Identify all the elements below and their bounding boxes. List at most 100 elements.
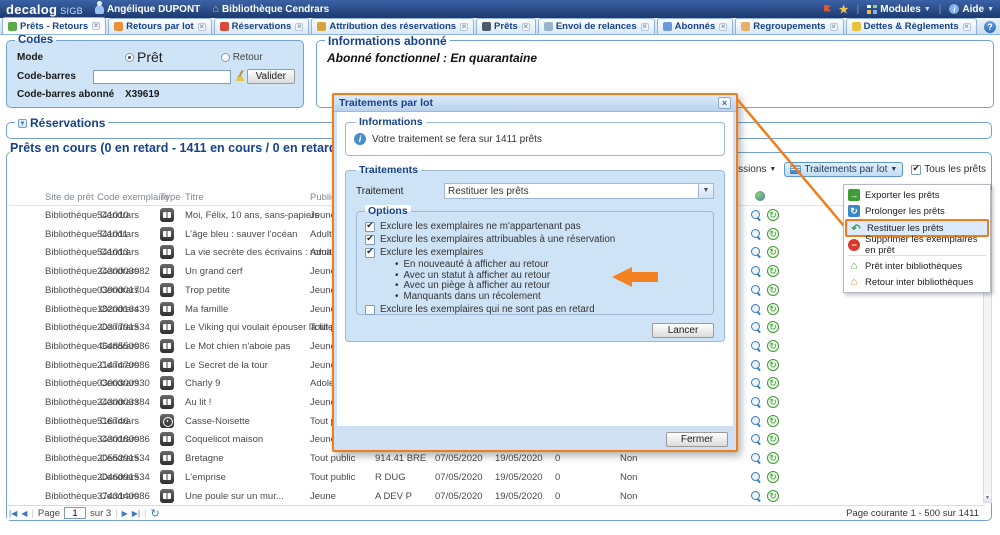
checkbox-icon[interactable] [365,235,375,245]
lancer-button[interactable]: Lancer [652,323,714,338]
tous-les-prets-checkbox[interactable]: Tous les prêts [911,164,986,175]
magnifier-icon[interactable] [751,472,762,483]
tab-attribution-des-r-servations[interactable]: Attribution des réservations× [311,18,474,34]
close-icon[interactable]: × [522,23,530,31]
close-icon[interactable]: × [963,23,971,31]
renew-icon[interactable]: ↻ [767,340,779,352]
checkbox-icon[interactable] [365,248,375,258]
modules-menu[interactable]: Modules▼ [867,4,931,15]
option-checkbox-1[interactable]: Exclure les exemplaires attribuables à u… [365,233,705,246]
magnifier-icon[interactable] [751,434,762,445]
renew-icon[interactable]: ↻ [767,396,779,408]
tab-envoi-de-relances[interactable]: Envoi de relances× [538,18,655,34]
renew-icon[interactable]: ↻ [767,433,779,445]
menu-item-export[interactable]: →Exporter les prêts [845,187,989,203]
radio-pret-icon[interactable] [125,53,134,62]
chevron-down-icon[interactable]: ▼ [698,184,713,198]
magnifier-icon[interactable] [751,266,762,277]
favorites-star-icon[interactable]: ★ [839,3,849,16]
renew-icon[interactable]: ↻ [767,359,779,371]
radio-retour-icon[interactable] [221,53,230,62]
traitement-select[interactable]: Restituer les prêts ▼ [444,183,714,199]
menu-item-prolong[interactable]: ↻Prolonger les prêts [845,203,989,219]
scroll-down-icon[interactable]: ▼ [984,494,991,502]
close-icon[interactable]: × [719,23,727,31]
fermer-button[interactable]: Fermer [666,432,728,447]
renew-icon[interactable]: ↻ [767,284,779,296]
renew-icon[interactable]: ↻ [767,265,779,277]
table-row[interactable]: Bibliothèque Cendrars 3743140086 Une pou… [7,487,985,506]
radio-pret[interactable]: Prêt [125,49,163,65]
valider-button[interactable]: Valider [247,69,295,84]
menu-item-maison-verte[interactable]: ⌂Prêt inter bibliothèques [845,258,989,274]
aide-menu[interactable]: iAide▼ [949,4,994,15]
option-checkbox-0[interactable]: Exclure les exemplaires ne m'appartenant… [365,220,705,233]
first-page-button[interactable]: |◀ [9,509,17,518]
collapse-toggle-icon[interactable]: ▼ [18,119,27,128]
col-header-site[interactable]: Site de prêt [45,192,94,203]
magnifier-icon[interactable] [751,453,762,464]
tab-abonn-s[interactable]: Abonnés× [657,18,734,34]
close-icon[interactable]: × [295,23,303,31]
magnifier-icon[interactable] [751,416,762,427]
magnifier-icon[interactable] [751,285,762,296]
tab-dettes-r-glements[interactable]: Dettes & Règlements× [846,18,977,34]
close-icon[interactable]: × [92,22,100,30]
magnifier-icon[interactable] [751,247,762,258]
dialog-titlebar[interactable]: Traitements par lot × [334,95,736,112]
magnifier-icon[interactable] [751,322,762,333]
magnifier-icon[interactable] [751,229,762,240]
magnifier-icon[interactable] [751,491,762,502]
barcode-input[interactable] [93,70,231,84]
col-header-code[interactable]: Code exemplaire [97,192,169,203]
tab-regroupements[interactable]: Regroupements× [735,18,843,34]
last-page-button[interactable]: ▶| [132,509,140,518]
menu-item-maison-orange[interactable]: ⌂Retour inter bibliothèques [845,274,989,290]
renew-icon[interactable]: ↻ [767,452,779,464]
flag-icon[interactable] [824,5,831,13]
renew-icon[interactable]: ↻ [767,377,779,389]
renew-icon[interactable]: ↻ [767,321,779,333]
magnifier-icon[interactable] [751,341,762,352]
magnifier-icon[interactable] [751,360,762,371]
table-row[interactable]: Bibliothèque Cendrars 2046091534 L'empri… [7,468,985,487]
renew-icon[interactable]: ↻ [767,209,779,221]
tab-r-servations[interactable]: Réservations× [214,18,310,34]
renew-icon[interactable]: ↻ [767,471,779,483]
col-header-type[interactable]: Type [160,192,181,203]
magnifier-icon[interactable] [751,304,762,315]
radio-retour[interactable]: Retour [221,52,263,63]
prev-page-button[interactable]: ◀ [21,509,27,518]
refresh-icon[interactable]: ↻ [151,507,160,520]
magnifier-icon[interactable] [751,397,762,408]
renew-icon[interactable]: ↻ [767,415,779,427]
help-button[interactable]: ? [984,21,996,33]
current-library[interactable]: ⌂Bibliothèque Cendrars [212,4,329,15]
menu-item-supprimer[interactable]: −Supprimer les exemplaires en prêt [845,237,989,253]
tab-pr-ts-retours[interactable]: Prêts - Retours× [2,17,106,34]
magnifier-icon[interactable] [751,210,762,221]
checkbox-icon[interactable] [365,305,375,315]
renew-icon[interactable]: ↻ [767,303,779,315]
close-icon[interactable]: × [641,23,649,31]
close-icon[interactable]: × [718,97,731,109]
close-icon[interactable]: × [198,23,206,31]
traitements-par-lot-button[interactable]: Traitements par lot ▼ [784,162,903,177]
renew-icon[interactable]: ↻ [767,228,779,240]
tab-retours-par-lot[interactable]: Retours par lot× [108,18,212,34]
magnifier-icon[interactable] [751,378,762,389]
option-checkbox-2[interactable]: Exclure les exemplaires [365,246,705,259]
close-icon[interactable]: × [460,23,468,31]
col-header-titre[interactable]: Titre [185,192,204,203]
checkbox-icon[interactable] [365,222,375,232]
next-page-button[interactable]: ▶ [122,509,128,518]
page-input[interactable] [64,507,86,519]
renew-icon[interactable]: ↻ [767,246,779,258]
option-checkbox-last[interactable]: Exclure les exemplaires qui ne sont pas … [365,303,705,316]
tab-pr-ts[interactable]: Prêts× [476,18,536,34]
checkbox-icon[interactable] [911,165,921,175]
renew-icon[interactable]: ↻ [767,490,779,502]
clear-broom-icon[interactable] [235,71,243,82]
close-icon[interactable]: × [830,23,838,31]
current-user[interactable]: Angélique DUPONT [95,4,200,15]
